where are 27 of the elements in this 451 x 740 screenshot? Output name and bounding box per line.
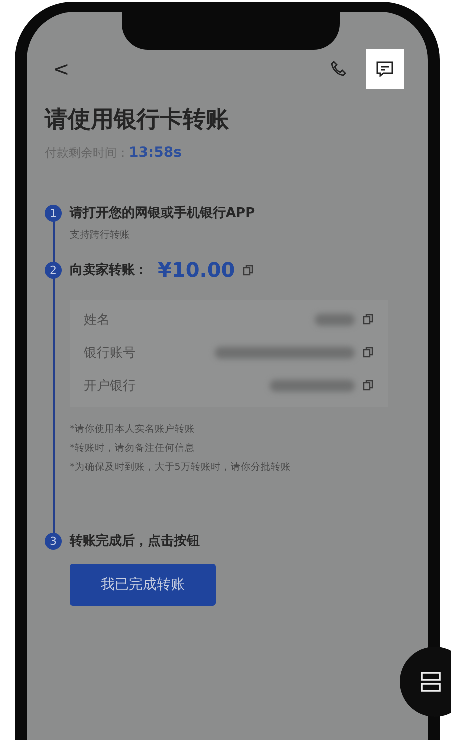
phone-icon[interactable] — [330, 60, 348, 78]
step-text: 转账完成后，点击按钮 — [70, 532, 200, 550]
step-text: 向卖家转账： — [70, 262, 148, 279]
copy-icon[interactable] — [363, 314, 374, 325]
transfer-amount: ¥10.00 — [158, 258, 236, 282]
step-number: 3 — [45, 532, 62, 550]
message-icon[interactable] — [376, 61, 394, 77]
copy-icon[interactable] — [243, 264, 254, 276]
blurred-value — [315, 314, 355, 326]
copy-icon[interactable] — [363, 347, 374, 358]
step-text: 请打开您的网银或手机银行APP — [70, 204, 256, 222]
confirm-button[interactable]: 我已完成转账 — [70, 564, 216, 606]
step-number: 2 — [45, 262, 62, 278]
back-button[interactable]: < — [53, 57, 70, 81]
notice-text: *为确保及时到账，大于5万转账时，请你分批转账 — [70, 461, 292, 474]
field-label: 姓名 — [84, 312, 111, 328]
field-label: 银行账号 — [84, 344, 137, 362]
notice-text: *转账时，请勿备注任何信息 — [70, 442, 196, 455]
message-button[interactable] — [366, 49, 404, 89]
step-number: 1 — [45, 204, 62, 222]
field-label: 开户银行 — [84, 378, 137, 394]
notice-text: *请你使用本人实名账户转账 — [70, 423, 196, 436]
menu-icon[interactable] — [420, 671, 442, 693]
page-title: 请使用银行卡转账 — [45, 106, 230, 135]
step-note: 支持跨行转账 — [70, 228, 131, 242]
copy-icon[interactable] — [363, 380, 374, 391]
countdown-timer: 13:58s — [129, 145, 182, 161]
